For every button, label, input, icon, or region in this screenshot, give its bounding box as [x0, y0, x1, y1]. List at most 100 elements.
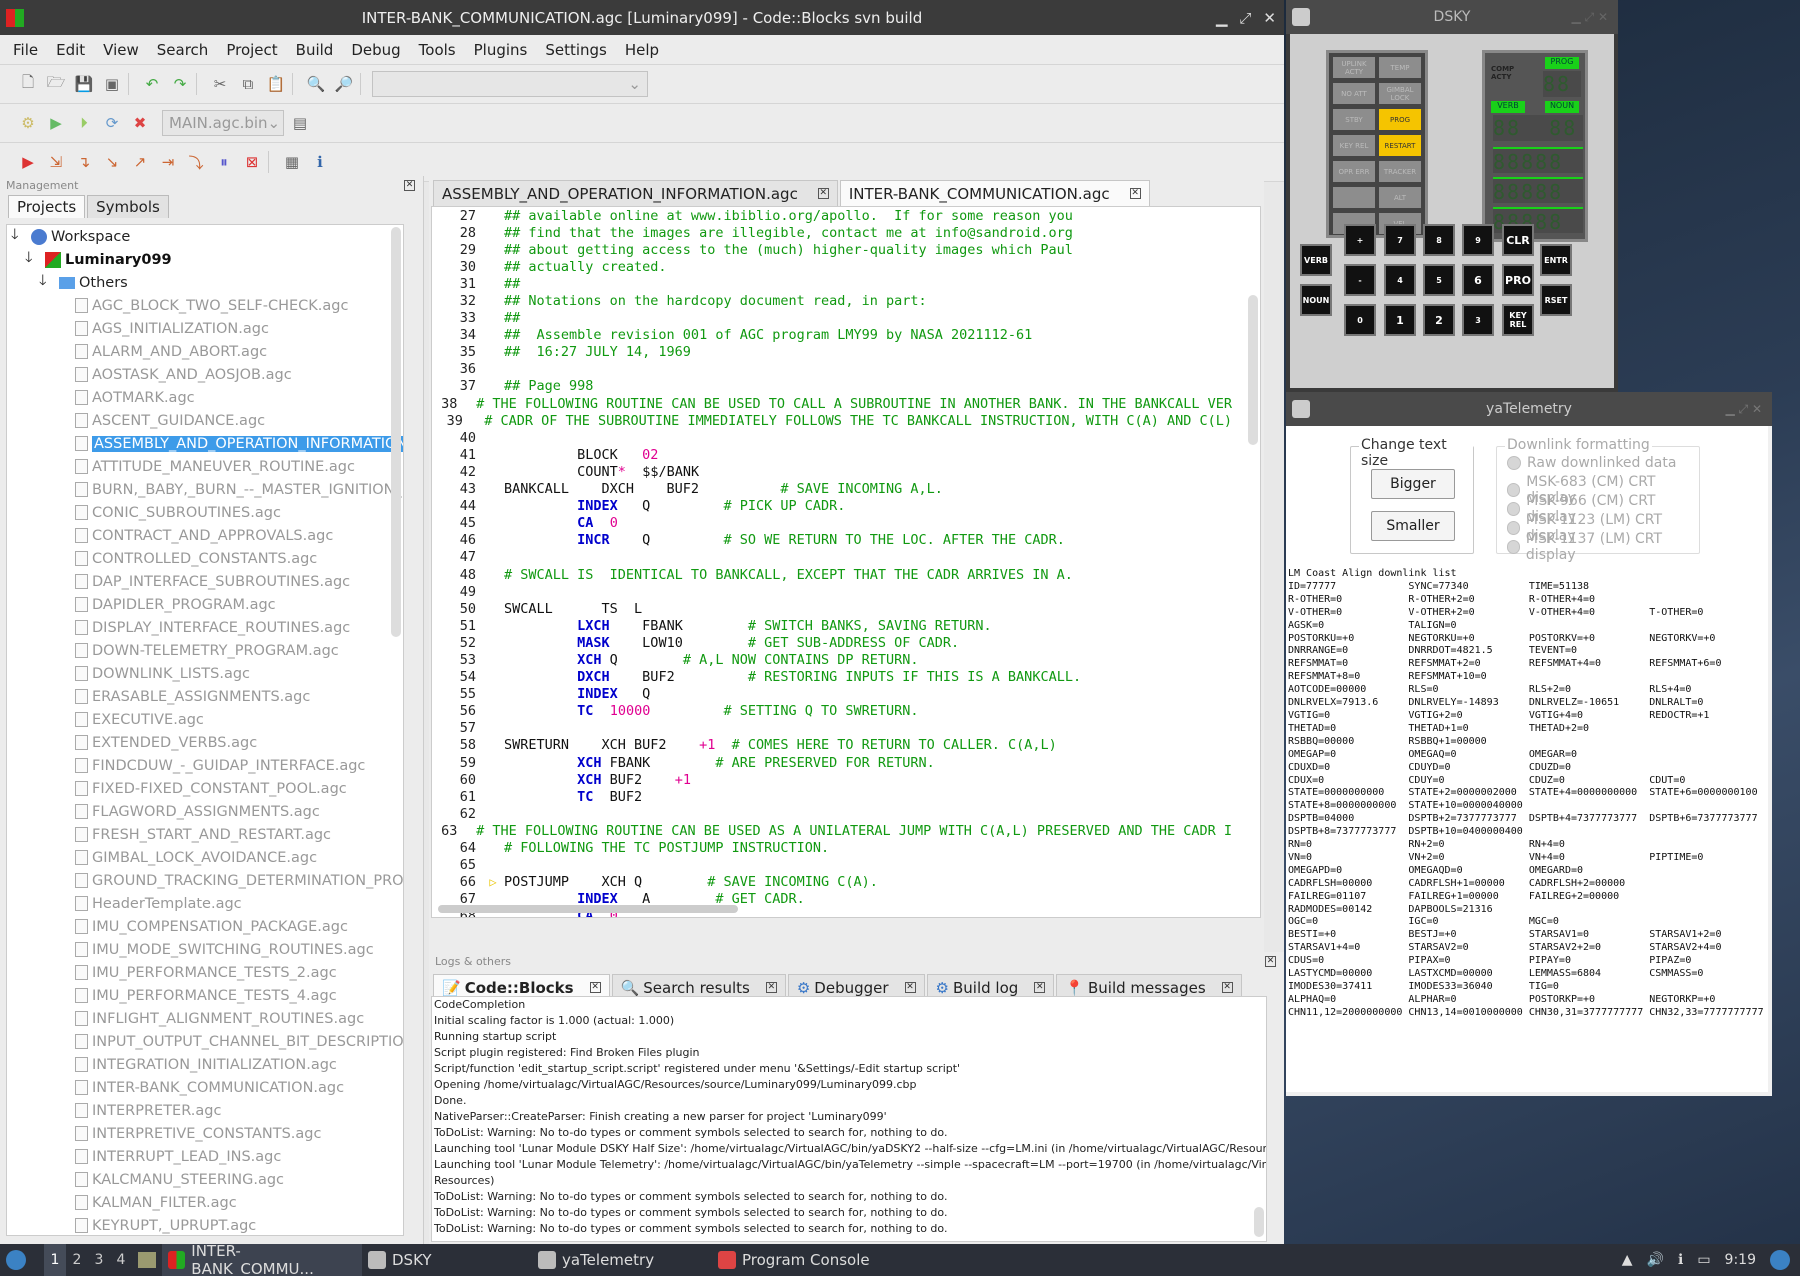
key-plus[interactable]: +	[1344, 224, 1376, 256]
breakpoint-marker-icon[interactable]: ▷	[482, 875, 504, 889]
tree-file-item[interactable]: KALCMANU_STEERING.agc	[7, 1168, 403, 1191]
tree-file-item[interactable]: FINDCDUW_-_GUIDAP_INTERFACE.agc	[7, 754, 403, 777]
step-into-instruction-icon[interactable]: ⤵	[184, 150, 208, 174]
taskbar-item-1[interactable]: DSKY	[362, 1244, 532, 1276]
tree-file-item[interactable]: DAPIDLER_PROGRAM.agc	[7, 593, 403, 616]
smaller-button[interactable]: Smaller	[1371, 511, 1455, 541]
replace-icon[interactable]: 🔎	[332, 72, 356, 96]
abort-icon[interactable]: ✖	[128, 111, 152, 135]
key-noun[interactable]: NOUN	[1300, 284, 1332, 316]
log-scrollbar[interactable]	[1254, 1207, 1264, 1237]
tree-file-item[interactable]: FIXED-FIXED_CONSTANT_POOL.agc	[7, 777, 403, 800]
tree-project[interactable]: 🡓 Luminary099	[7, 248, 403, 271]
tree-file-item[interactable]: CONTROLLED_CONSTANTS.agc	[7, 547, 403, 570]
menu-settings[interactable]: Settings	[536, 41, 616, 59]
tree-file-item[interactable]: INTERRUPT_LEAD_INS.agc	[7, 1145, 403, 1168]
tree-file-item[interactable]: DAP_INTERFACE_SUBROUTINES.agc	[7, 570, 403, 593]
show-desktop-button[interactable]	[132, 1244, 162, 1276]
paste-icon[interactable]: 📋	[264, 72, 288, 96]
format-radio-4[interactable]: MSK-1137 (LM) CRT display	[1507, 531, 1699, 563]
key-two[interactable]: 2	[1423, 304, 1455, 336]
key-zero[interactable]: 0	[1344, 304, 1376, 336]
tree-file-item[interactable]: BURN,_BABY,_BURN_--_MASTER_IGNITION_RO	[7, 478, 403, 501]
tree-file-item[interactable]: INFLIGHT_ALIGNMENT_ROUTINES.agc	[7, 1007, 403, 1030]
tab-symbols[interactable]: Symbols	[87, 195, 169, 218]
minimize-icon[interactable]: ▁	[1216, 9, 1228, 27]
debug-start-icon[interactable]: ▶	[16, 150, 40, 174]
codeblocks-titlebar[interactable]: INTER-BANK_COMMUNICATION.agc [Luminary09…	[0, 0, 1284, 35]
workspace-4[interactable]: 4	[110, 1244, 132, 1276]
close-icon[interactable]: ✕	[1129, 188, 1141, 199]
menu-edit[interactable]: Edit	[47, 41, 94, 59]
update-icon[interactable]: ▲	[1622, 1252, 1633, 1268]
key-minus[interactable]: -	[1344, 264, 1376, 296]
redo-icon[interactable]: ↷	[168, 72, 192, 96]
editor-vscroll[interactable]	[1248, 295, 1258, 445]
tree-file-item[interactable]: IMU_PERFORMANCE_TESTS_2.agc	[7, 961, 403, 984]
tree-file-item[interactable]: GIMBAL_LOCK_AVOIDANCE.agc	[7, 846, 403, 869]
workspace-3[interactable]: 3	[88, 1244, 110, 1276]
key-three[interactable]: 3	[1462, 304, 1494, 336]
key-pro[interactable]: PRO	[1502, 264, 1534, 296]
menu-file[interactable]: File	[4, 41, 47, 59]
tree-folder-others[interactable]: 🡓 Others	[7, 271, 403, 294]
tree-file-item[interactable]: FLAGWORD_ASSIGNMENTS.agc	[7, 800, 403, 823]
editor-tab-assembly[interactable]: ASSEMBLY_AND_OPERATION_INFORMATION.agc ✕	[433, 180, 838, 206]
start-menu-button[interactable]	[0, 1244, 32, 1276]
volume-icon[interactable]: 🔊	[1647, 1252, 1664, 1268]
tree-file-item[interactable]: EXECUTIVE.agc	[7, 708, 403, 731]
info-icon[interactable]: ℹ	[1678, 1252, 1683, 1268]
collapse-arrow-icon[interactable]: 🡓	[11, 225, 27, 249]
menu-tools[interactable]: Tools	[410, 41, 465, 59]
save-icon[interactable]: 💾	[72, 72, 96, 96]
menu-search[interactable]: Search	[148, 41, 218, 59]
new-file-icon[interactable]: 🗋	[16, 72, 40, 96]
tree-file-item[interactable]: DISPLAY_INTERFACE_ROUTINES.agc	[7, 616, 403, 639]
next-instruction-icon[interactable]: ⇥	[156, 150, 180, 174]
close-icon[interactable]: ✕	[1263, 9, 1276, 27]
start-menu-right-icon[interactable]	[1770, 1250, 1790, 1270]
close-icon[interactable]: ✕	[817, 188, 829, 199]
pause-icon[interactable]: ⏸	[212, 150, 236, 174]
key-seven[interactable]: 7	[1384, 224, 1416, 256]
key-one[interactable]: 1	[1384, 304, 1416, 336]
key-nine[interactable]: 9	[1462, 224, 1494, 256]
tree-file-item[interactable]: EXTENDED_VERBS.agc	[7, 731, 403, 754]
battery-icon[interactable]: ▭	[1697, 1252, 1710, 1268]
tree-file-item[interactable]: AGS_INITIALIZATION.agc	[7, 317, 403, 340]
tree-scrollbar[interactable]	[391, 227, 401, 637]
key-four[interactable]: 4	[1384, 264, 1416, 296]
tree-workspace[interactable]: 🡓 Workspace	[7, 225, 403, 248]
key-eight[interactable]: 8	[1423, 224, 1455, 256]
tree-file-item[interactable]: ALARM_AND_ABORT.agc	[7, 340, 403, 363]
bigger-button[interactable]: Bigger	[1371, 469, 1455, 499]
build-gear-icon[interactable]: ⚙	[16, 111, 40, 135]
editor-hscroll[interactable]	[438, 905, 738, 913]
tree-file-item[interactable]: INTERPRETIVE_CONSTANTS.agc	[7, 1122, 403, 1145]
debug-windows-icon[interactable]: ▦	[280, 150, 304, 174]
close-icon[interactable]: ✕	[404, 179, 415, 191]
menu-help[interactable]: Help	[616, 41, 668, 59]
menu-build[interactable]: Build	[287, 41, 343, 59]
taskbar-item-2[interactable]: yaTelemetry	[532, 1244, 712, 1276]
key-clr[interactable]: CLR	[1502, 224, 1534, 256]
tree-file-item[interactable]: CONTRACT_AND_APPROVALS.agc	[7, 524, 403, 547]
close-icon[interactable]: ✕	[904, 982, 916, 993]
window-controls-icon[interactable]: ▁ ⤢ ✕	[1725, 402, 1762, 417]
tree-file-item[interactable]: INPUT_OUTPUT_CHANNEL_BIT_DESCRIPTION	[7, 1030, 403, 1053]
tree-file-item[interactable]: IMU_MODE_SWITCHING_ROUTINES.agc	[7, 938, 403, 961]
stop-debug-icon[interactable]: ⊠	[240, 150, 264, 174]
tree-file-item[interactable]: AGC_BLOCK_TWO_SELF-CHECK.agc	[7, 294, 403, 317]
project-tree[interactable]: 🡓 Workspace 🡓 Luminary099 🡓 Others AGC_B…	[6, 224, 404, 1236]
copy-icon[interactable]: ⧉	[236, 72, 260, 96]
key-five[interactable]: 5	[1423, 264, 1455, 296]
menu-view[interactable]: View	[94, 41, 148, 59]
collapse-arrow-icon[interactable]: 🡓	[25, 247, 41, 272]
key-entr[interactable]: ENTR	[1540, 244, 1572, 276]
tree-file-item[interactable]: IMU_COMPENSATION_PACKAGE.agc	[7, 915, 403, 938]
rebuild-icon[interactable]: ⟳	[100, 111, 124, 135]
cut-icon[interactable]: ✂	[208, 72, 232, 96]
various-info-icon[interactable]: ℹ	[308, 150, 332, 174]
key-six[interactable]: 6	[1462, 264, 1494, 296]
maximize-icon[interactable]: ⤢	[1239, 9, 1251, 27]
